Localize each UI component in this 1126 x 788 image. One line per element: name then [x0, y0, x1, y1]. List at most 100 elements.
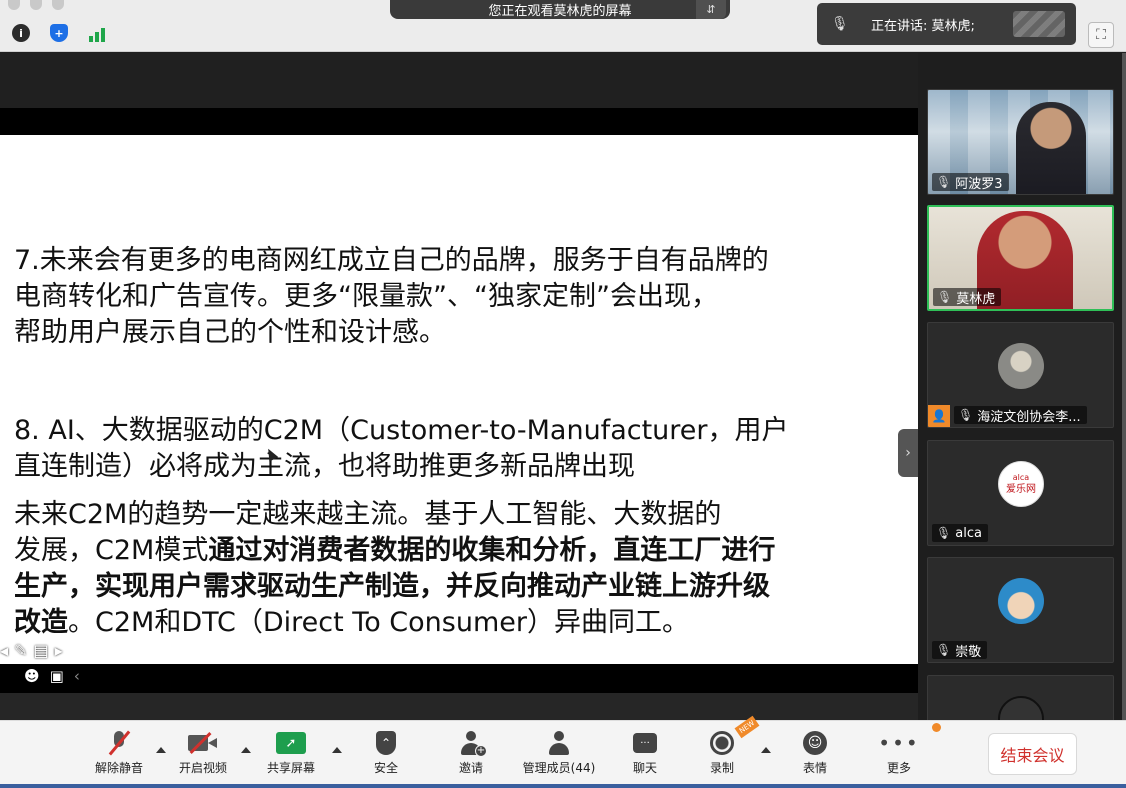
slide-paragraph-8-body: 未来C2M的趋势一定越来越主流。基于人工智能、大数据的 发展，C2M模式通过对消… [14, 497, 904, 641]
invite-button[interactable]: + 邀请 [428, 729, 514, 781]
participant-name-tag: 🎙 阿波罗3 [932, 173, 1009, 191]
participants-label: 管理成员(44) [522, 761, 596, 775]
chat-icon: ··· [633, 733, 657, 753]
participants-icon [547, 731, 571, 755]
window-zoom-button[interactable] [52, 0, 64, 10]
mic-icon: 🎙 [937, 290, 953, 304]
viewing-screen-banner: 您正在观看莫林虎的屏幕 ⇵ [390, 0, 730, 19]
share-screen-button[interactable]: ➚ 共享屏幕 [248, 729, 334, 781]
slide-body-tail: 。C2M和DTC（Direct To Consumer）异曲同工。 [68, 607, 689, 638]
participant-tile[interactable] [927, 675, 1114, 720]
speaking-label: 正在讲话: 莫林虎; [871, 19, 975, 34]
window-bottom-edge [0, 784, 1126, 788]
start-video-label: 开启视频 [178, 761, 227, 775]
screen-top-band [0, 53, 918, 108]
annotation-toolbar: ◂ ✎ ▤ ▸ ☻ ▣ ‹ [0, 639, 110, 693]
reactions-button[interactable]: ☺ 表情 [772, 729, 858, 781]
invite-icon: + [459, 731, 487, 757]
chevron-left-icon[interactable]: ‹ [74, 667, 80, 685]
collapse-gallery-button[interactable]: › [898, 429, 918, 477]
record-options-caret[interactable] [761, 747, 771, 753]
participant-tile[interactable]: 🎙 崇敬 [927, 557, 1114, 663]
mic-muted-icon: 🎙 [936, 643, 952, 657]
slide-paragraph-7: 7.未来会有更多的电商网红成立自己的品牌，服务于自有品牌的 电商转化和广告宣传。… [14, 245, 769, 348]
chat-button[interactable]: ··· 聊天 [602, 729, 688, 781]
participant-tile[interactable]: alca 爱乐网 🎙 alca [927, 440, 1114, 546]
avatar-text-en: alca [1012, 473, 1030, 482]
arrow-right-icon[interactable]: ▸ [55, 641, 63, 660]
screen-letterbox-bottom [0, 664, 918, 693]
shared-screen-area: 7.未来会有更多的电商网红成立自己的品牌，服务于自有品牌的 电商转化和广告宣传。… [0, 53, 918, 720]
notification-dot [932, 723, 941, 732]
zoom-meeting-window: i + 您正在观看莫林虎的屏幕 ⇵ 🎙 正在讲话: 莫林虎; ⛶ 7.未来会有更… [0, 0, 1126, 788]
share-options-caret[interactable] [332, 747, 342, 753]
top-bar: i + 您正在观看莫林虎的屏幕 ⇵ 🎙 正在讲话: 莫林虎; ⛶ [0, 0, 1126, 52]
mic-muted-icon: 🎙 [831, 16, 849, 32]
emoji-icon[interactable]: ☻ [24, 667, 40, 685]
avatar [998, 696, 1044, 720]
participant-gallery: 🎙 阿波罗3 🎙 莫林虎 👤 🎙 海淀文创协会李... alca 爱乐网 🎙 alca … [918, 53, 1126, 720]
participant-name-tag: 🎙 海淀文创协会李... [954, 406, 1087, 424]
security-icon: ⌃ [376, 731, 396, 755]
reactions-label: 表情 [802, 761, 827, 775]
fullscreen-icon[interactable]: ⛶ [1088, 22, 1114, 48]
invite-label: 邀请 [458, 761, 483, 775]
window-close-button[interactable] [8, 0, 20, 10]
participant-name-tag: 🎙 alca [932, 524, 988, 542]
arrow-left-icon[interactable]: ◂ [0, 641, 8, 660]
gallery-scrollbar[interactable] [1122, 53, 1126, 720]
participants-button[interactable]: 管理成员(44) [516, 729, 602, 781]
info-icon[interactable]: i [12, 24, 30, 42]
presentation-slide: 7.未来会有更多的电商网红成立自己的品牌，服务于自有品牌的 电商转化和广告宣传。… [0, 135, 918, 664]
participant-tile[interactable]: 👤 🎙 海淀文创协会李... [927, 322, 1114, 428]
share-screen-label: 共享屏幕 [266, 761, 315, 775]
avatar [998, 578, 1044, 624]
slide-paragraph-8-title: 8. AI、大数据驱动的C2M（Customer-to-Manufacturer… [14, 415, 789, 482]
avatar-text-cn: 爱乐网 [1006, 484, 1036, 495]
end-meeting-button[interactable]: 结束会议 [988, 733, 1077, 775]
meeting-toolbar: 解除静音 开启视频 ➚ 共享屏幕 ⌃ 安全 + 邀请 管理成员(44) ··· … [0, 715, 1126, 788]
window-minimize-button[interactable] [30, 0, 42, 10]
participant-name: 海淀文创协会李... [977, 409, 1081, 425]
participant-name-tag: 🎙 崇敬 [932, 641, 988, 660]
participant-tile-active-speaker[interactable]: 🎙 莫林虎 [927, 205, 1114, 311]
participant-name-tag: 🎙 莫林虎 [933, 288, 1002, 307]
participant-name: 阿波罗3 [955, 176, 1003, 192]
mic-muted-icon: 🎙 [936, 526, 952, 540]
start-video-button[interactable]: 开启视频 [160, 729, 246, 781]
mic-muted-icon: 🎙 [958, 408, 974, 422]
share-screen-icon: ➚ [276, 732, 306, 754]
signal-icon[interactable] [86, 26, 108, 42]
view-options-button[interactable]: ⇵ [696, 0, 726, 19]
record-button[interactable]: 录制 [679, 729, 765, 781]
record-icon [710, 731, 734, 755]
participant-tile[interactable]: 🎙 阿波罗3 [927, 89, 1114, 195]
participant-name: 莫林虎 [956, 291, 996, 307]
text-icon[interactable]: ▤ [33, 641, 48, 660]
more-icon: ••• [878, 731, 920, 755]
shield-icon[interactable]: + [50, 24, 68, 42]
participant-name: alca [955, 525, 982, 541]
unmute-label: 解除静音 [94, 761, 143, 775]
viewing-text: 您正在观看莫林虎的屏幕 [488, 4, 632, 19]
participant-name: 崇敬 [955, 644, 982, 660]
pen-icon[interactable]: ✎ [14, 641, 27, 660]
avatar [998, 343, 1044, 389]
screen-bottom-band [0, 693, 918, 720]
host-badge-icon: 👤 [928, 405, 950, 427]
video-off-icon [188, 732, 218, 754]
participant-video [1016, 102, 1086, 194]
screen-letterbox-top [0, 108, 918, 135]
more-button[interactable]: ••• 更多 [856, 729, 942, 781]
emoji-icon: ☺ [803, 731, 827, 755]
chat-icon[interactable]: ▣ [50, 667, 64, 685]
avatar: alca 爱乐网 [998, 461, 1044, 507]
chat-label: 聊天 [632, 761, 657, 775]
speaker-thumbnail-blur [1013, 11, 1065, 37]
unmute-button[interactable]: 解除静音 [76, 729, 162, 781]
record-label: 录制 [709, 761, 734, 775]
security-button[interactable]: ⌃ 安全 [343, 729, 429, 781]
mic-muted-icon [110, 731, 128, 755]
active-speaker-indicator: 🎙 正在讲话: 莫林虎; [817, 3, 1076, 45]
mic-muted-icon: 🎙 [936, 175, 952, 189]
